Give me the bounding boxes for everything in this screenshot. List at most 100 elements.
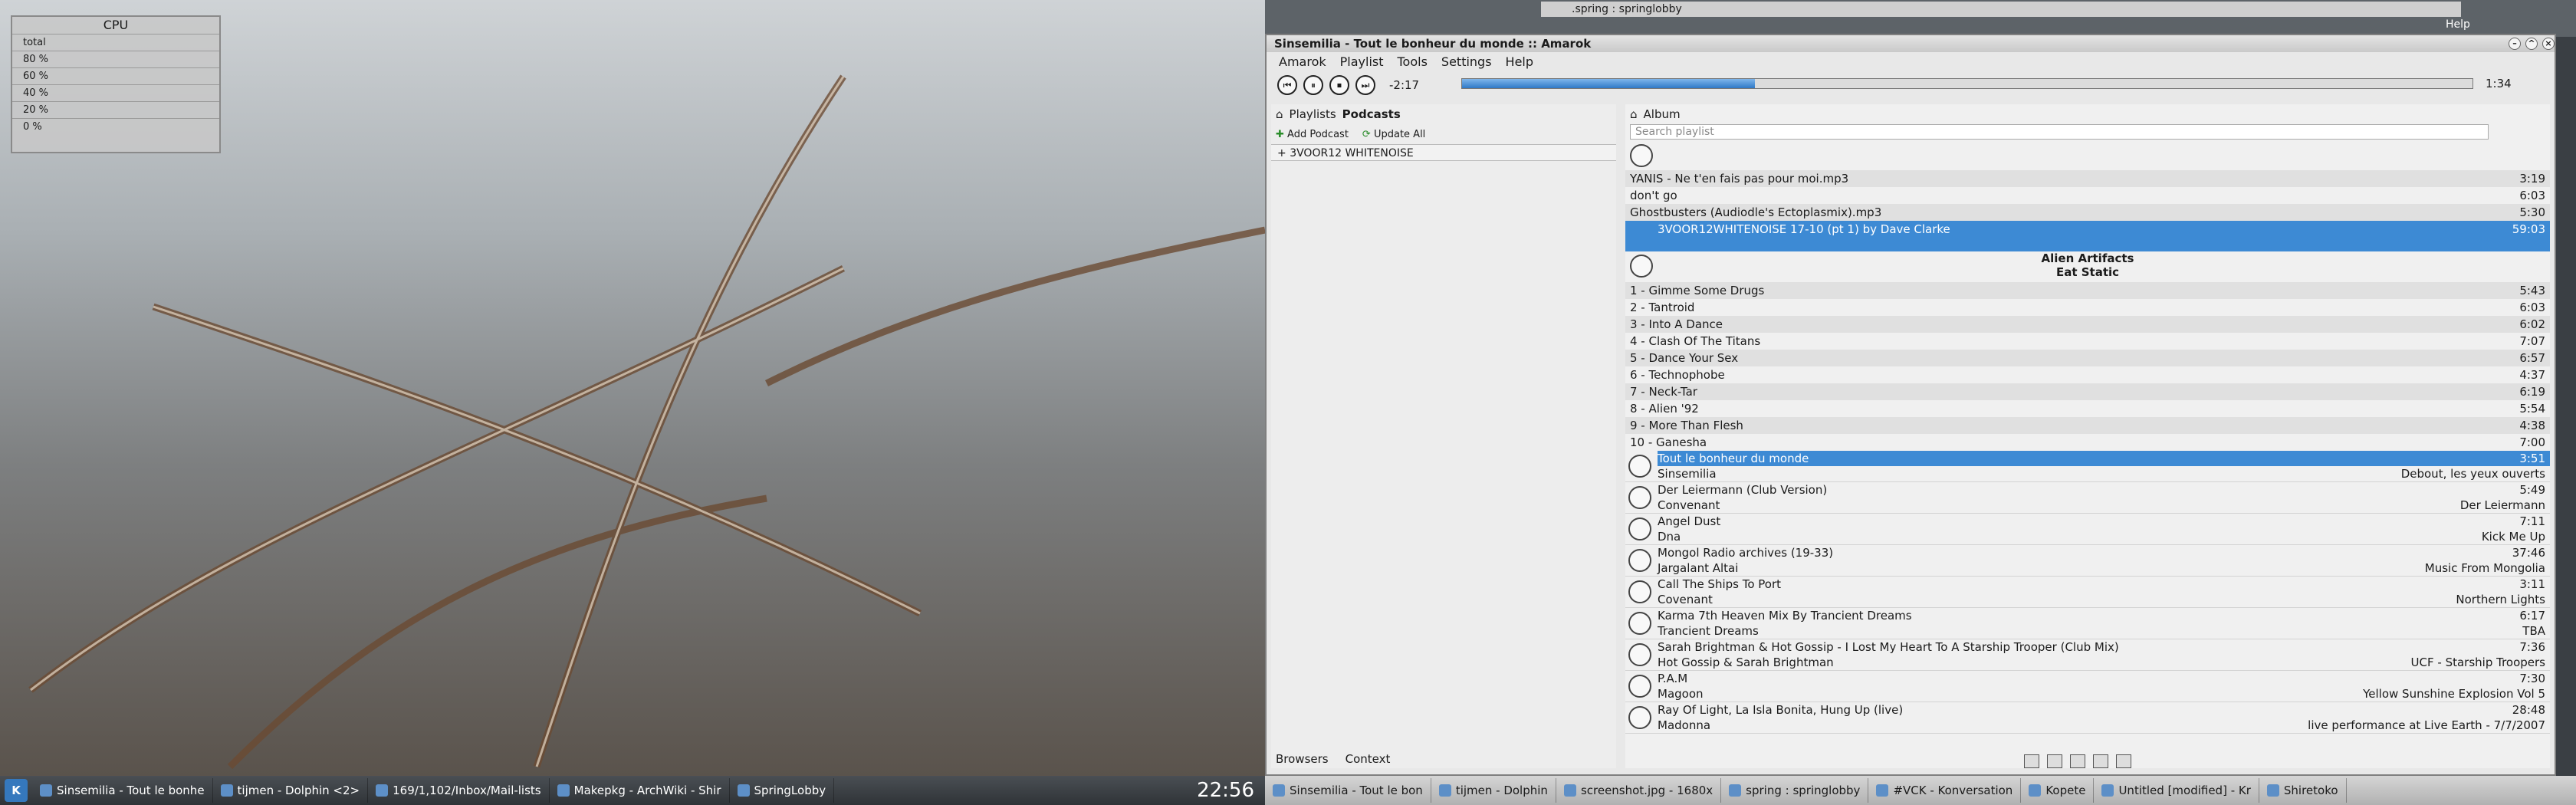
add-podcast-button[interactable]: ✚ Add Podcast bbox=[1276, 129, 1349, 140]
track-duration: 5:54 bbox=[2519, 402, 2545, 416]
track-title: 10 - Ganesha bbox=[1630, 435, 1707, 449]
table-row[interactable]: 10 - Ganesha 7:00 bbox=[1625, 434, 2550, 451]
progress-slider[interactable] bbox=[1461, 78, 2473, 89]
track-title: Der Leiermann (Club Version) bbox=[1658, 483, 1828, 497]
task-item[interactable]: Untitled [modified] - Kr bbox=[2094, 778, 2259, 803]
list-item[interactable]: P.A.M 7:30 Magoon Yellow Sunshine Explosion… bbox=[1625, 671, 2550, 702]
task-item[interactable]: Shiretoko bbox=[2259, 778, 2347, 803]
cpu-row: 40 % bbox=[12, 84, 219, 101]
menu-tools[interactable]: Tools bbox=[1398, 54, 1428, 69]
spring-help[interactable]: Help bbox=[2446, 18, 2470, 31]
save-icon[interactable] bbox=[2024, 754, 2039, 768]
table-row[interactable]: 5 - Dance Your Sex 6:57 bbox=[1625, 350, 2550, 366]
track-title: 3 - Into A Dance bbox=[1630, 317, 1723, 331]
track-title: 1 - Gimme Some Drugs bbox=[1630, 284, 1765, 297]
track-artist: Trancient Dreams bbox=[1658, 624, 1759, 638]
task-item[interactable]: tijmen - Dolphin <2> bbox=[213, 778, 369, 803]
track-title: 8 - Alien '92 bbox=[1630, 402, 1699, 416]
menu-playlist[interactable]: Playlist bbox=[1340, 54, 1384, 69]
album-icon bbox=[1628, 675, 1651, 698]
task-label: tijmen - Dolphin bbox=[1455, 784, 1548, 797]
menubar: Amarok Playlist Tools Settings Help bbox=[1267, 52, 2555, 71]
redo-icon[interactable] bbox=[2070, 754, 2085, 768]
task-label: tijmen - Dolphin <2> bbox=[237, 784, 360, 797]
table-row[interactable]: 6 - Technophobe 4:37 bbox=[1625, 366, 2550, 383]
tab-browsers[interactable]: Browsers bbox=[1276, 750, 1329, 768]
previous-icon[interactable]: ⏮ bbox=[1277, 75, 1297, 95]
export-icon[interactable] bbox=[2116, 754, 2131, 768]
podcast-item[interactable]: + 3VOOR12 WHITENOISE bbox=[1271, 144, 1616, 161]
background-window-spring[interactable]: .spring : springlobby Help bbox=[1265, 0, 2576, 37]
playlist-breadcrumb: ⌂ Album bbox=[1625, 104, 2550, 124]
expand-icon[interactable]: + bbox=[1277, 147, 1286, 159]
track-album: Der Leiermann bbox=[2459, 498, 2545, 512]
update-all-button[interactable]: ⟳ Update All bbox=[1362, 129, 1425, 140]
menu-settings[interactable]: Settings bbox=[1441, 54, 1492, 69]
app-icon bbox=[2101, 784, 2114, 797]
table-row[interactable]: 9 - More Than Flesh 4:38 bbox=[1625, 417, 2550, 434]
list-item[interactable]: Karma 7th Heaven Mix By Trancient Dreams… bbox=[1625, 608, 2550, 639]
table-row[interactable]: 7 - Neck-Tar 6:19 bbox=[1625, 383, 2550, 400]
next-icon[interactable]: ⏭ bbox=[1355, 75, 1375, 95]
list-item[interactable]: Der Leiermann (Club Version) 5:49 Convenan… bbox=[1625, 482, 2550, 514]
window-titlebar[interactable]: Sinsemilia - Tout le bonheur du monde ::… bbox=[1267, 35, 2555, 52]
table-row[interactable]: YANIS - Ne t'en fais pas pour moi.mp3 3:1… bbox=[1625, 170, 2550, 187]
list-item[interactable]: Mongol Radio archives (19-33) 37:46 Jargal… bbox=[1625, 545, 2550, 577]
list-item[interactable]: Tout le bonheur du monde 3:51 Sinsemilia De… bbox=[1625, 451, 2550, 482]
selected-row[interactable]: 3VOOR12WHITENOISE 17-10 (pt 1) by Dave C… bbox=[1625, 221, 2550, 251]
task-item[interactable]: Sinsemilia - Tout le bonhe bbox=[32, 778, 213, 803]
crumb-podcasts[interactable]: Podcasts bbox=[1342, 107, 1401, 121]
track-title: Karma 7th Heaven Mix By Trancient Dreams bbox=[1658, 609, 1912, 623]
taskbar-right: Sinsemilia - Tout le bon tijmen - Dolphi… bbox=[1265, 776, 2576, 805]
stop-icon[interactable]: ⏹ bbox=[1329, 75, 1349, 95]
crumb-album[interactable]: Album bbox=[1644, 107, 1681, 121]
table-row[interactable]: 3 - Into A Dance 6:02 bbox=[1625, 316, 2550, 333]
menu-amarok[interactable]: Amarok bbox=[1279, 54, 1326, 69]
table-row[interactable]: don't go 6:03 bbox=[1625, 187, 2550, 204]
minimize-icon[interactable]: – bbox=[2509, 38, 2521, 50]
track-album: TBA bbox=[2522, 624, 2545, 638]
task-item[interactable]: Makepkg - ArchWiki - Shir bbox=[550, 778, 730, 803]
cpu-row: 0 % bbox=[12, 118, 219, 135]
task-label: 169/1,102/Inbox/Mail-lists bbox=[393, 784, 541, 797]
clear-icon[interactable] bbox=[2093, 754, 2108, 768]
task-item[interactable]: screenshot.jpg - 1680x bbox=[1556, 778, 1722, 803]
task-item[interactable]: SpringLobby bbox=[730, 778, 835, 803]
task-item[interactable]: spring : springlobby bbox=[1721, 778, 1869, 803]
kmenu-icon[interactable]: K bbox=[5, 779, 28, 802]
track-artist: Sinsemilia bbox=[1658, 467, 1717, 481]
table-row[interactable]: 8 - Alien '92 5:54 bbox=[1625, 400, 2550, 417]
list-item[interactable]: Ray Of Light, La Isla Bonita, Hung Up (l… bbox=[1625, 702, 2550, 734]
table-row[interactable]: 2 - Tantroid 6:03 bbox=[1625, 299, 2550, 316]
track-title: 6 - Technophobe bbox=[1630, 368, 1725, 382]
album-icon bbox=[1628, 580, 1651, 603]
task-item[interactable]: 169/1,102/Inbox/Mail-lists bbox=[368, 778, 550, 803]
podcast-label: 3VOOR12 WHITENOISE bbox=[1290, 147, 1414, 159]
task-item[interactable]: #VCK - Konversation bbox=[1868, 778, 2022, 803]
list-item[interactable]: Sarah Brightman & Hot Gossip - I Lost My… bbox=[1625, 639, 2550, 671]
table-row[interactable]: 4 - Clash Of The Titans 7:07 bbox=[1625, 333, 2550, 350]
undo-icon[interactable] bbox=[2047, 754, 2062, 768]
menu-help[interactable]: Help bbox=[1506, 54, 1533, 69]
app-icon bbox=[40, 784, 52, 797]
list-item[interactable]: Angel Dust 7:11 Dna Kick Me Up bbox=[1625, 514, 2550, 545]
task-item[interactable]: Kopete bbox=[2021, 778, 2095, 803]
crumb-playlists[interactable]: Playlists bbox=[1290, 107, 1336, 121]
task-label: Makepkg - ArchWiki - Shir bbox=[573, 784, 721, 797]
playlist-panel: ⌂ Album Search playlist YANIS - Ne t'en … bbox=[1625, 104, 2550, 768]
list-item[interactable]: Call The Ships To Port 3:11 Covenant Northe… bbox=[1625, 577, 2550, 608]
home-icon[interactable]: ⌂ bbox=[1630, 107, 1638, 121]
clock[interactable]: 22:56 bbox=[1186, 779, 1265, 802]
tab-context[interactable]: Context bbox=[1346, 750, 1391, 768]
album-icon bbox=[1628, 455, 1651, 478]
elapsed-time: -2:17 bbox=[1389, 78, 1420, 92]
table-row[interactable]: 1 - Gimme Some Drugs 5:43 bbox=[1625, 282, 2550, 299]
pause-icon[interactable]: ⏸ bbox=[1303, 75, 1323, 95]
task-item[interactable]: tijmen - Dolphin bbox=[1431, 778, 1556, 803]
search-input[interactable]: Search playlist bbox=[1630, 124, 2489, 140]
maximize-icon[interactable]: ^ bbox=[2525, 38, 2538, 50]
home-icon[interactable]: ⌂ bbox=[1276, 107, 1283, 121]
task-item[interactable]: Sinsemilia - Tout le bon bbox=[1265, 778, 1431, 803]
table-row[interactable]: Ghostbusters (Audiodle's Ectoplasmix).mp… bbox=[1625, 204, 2550, 221]
close-icon[interactable]: × bbox=[2542, 38, 2555, 50]
